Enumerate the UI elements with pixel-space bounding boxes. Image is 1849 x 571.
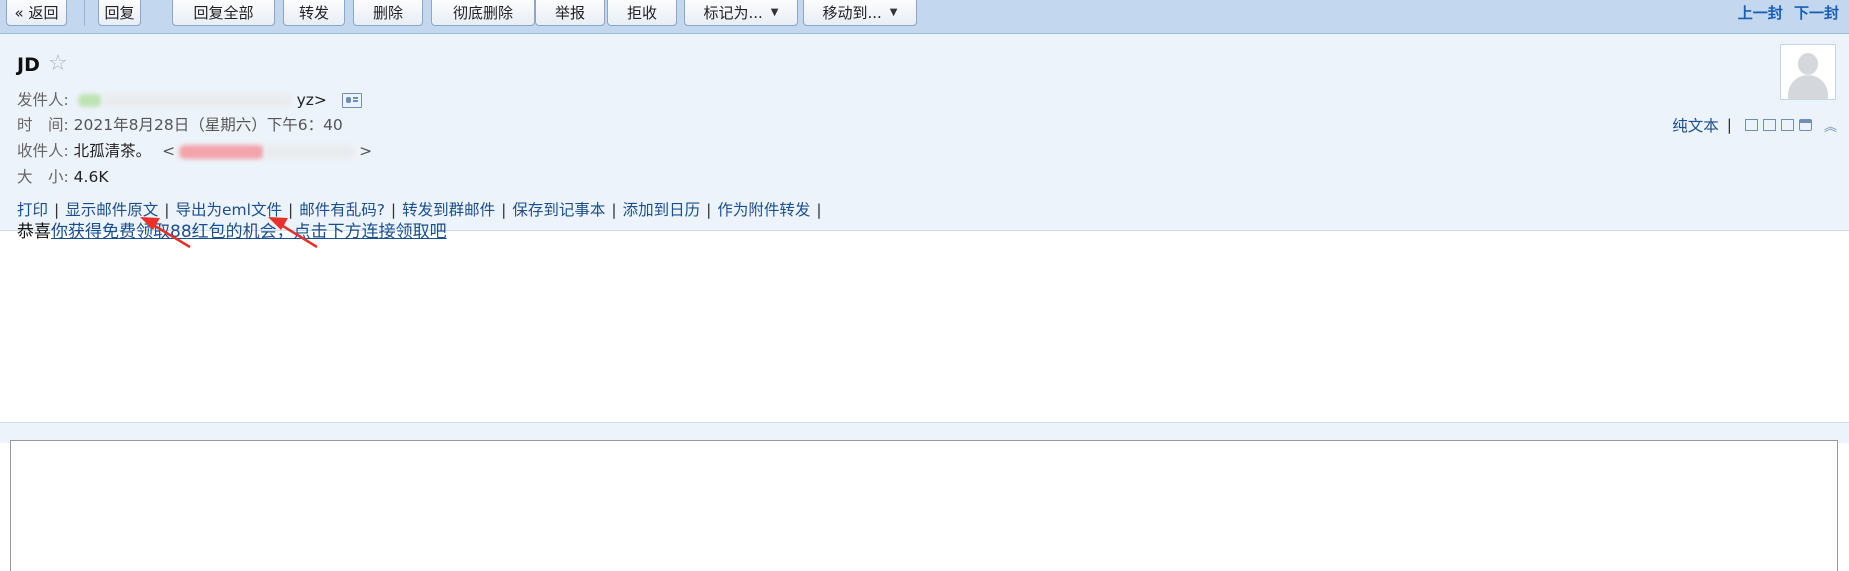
arrow-show-source bbox=[140, 217, 191, 249]
arrow-export-eml bbox=[268, 217, 318, 249]
annotation-arrows bbox=[140, 217, 318, 249]
